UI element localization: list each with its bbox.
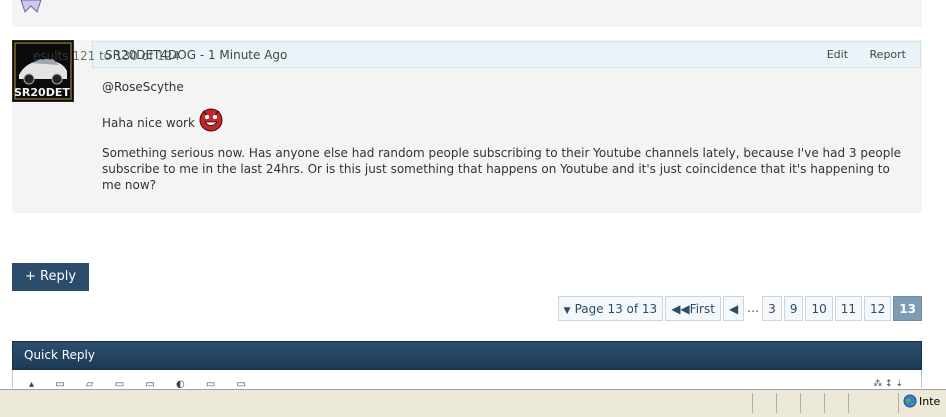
current-page: 13 [893, 296, 922, 321]
security-zone-label: Inte [919, 395, 941, 408]
avatar-name-text: SR20DET [14, 86, 70, 99]
caret-down-icon: ▼ [563, 306, 571, 316]
edit-link[interactable]: Edit [827, 48, 848, 61]
post-line: Haha nice work [102, 116, 195, 130]
page-link-10[interactable]: 10 [805, 296, 833, 321]
editor-toolbar-icons[interactable]: ▴ ▭ ▱ ▭ ▭ ◐ ▭ ▭ [29, 379, 255, 388]
page-summary-dropdown[interactable]: ▼ Page 13 of 13 [557, 296, 664, 321]
previous-page-button[interactable]: ◀ [722, 296, 745, 321]
quick-reply-title: Quick Reply [24, 348, 95, 362]
previous-post-avatar [20, 0, 42, 13]
left-arrow-icon: ◀ [728, 302, 739, 316]
post-author-name[interactable]: SR20DET4DOG [105, 48, 196, 62]
status-divider [752, 393, 753, 413]
editor-toolbar-icons-right[interactable]: ⁂ ↕ ⇣ [873, 379, 903, 388]
status-divider [824, 393, 825, 413]
report-link[interactable]: Report [870, 48, 906, 61]
post-paragraph: Something serious now. Has anyone else h… [102, 146, 902, 192]
status-divider [776, 393, 777, 413]
status-divider [848, 393, 849, 413]
page-summary-text: Page 13 of 13 [574, 302, 658, 316]
first-page-label: First [689, 302, 715, 316]
grinning-smiley-icon [199, 108, 223, 132]
browser-status-bar: Inte [0, 389, 946, 417]
globe-icon [903, 394, 917, 408]
post-mention[interactable]: @RoseScythe [102, 79, 902, 95]
editor-toolbar: ▴ ▭ ▱ ▭ ▭ ◐ ▭ ▭ ⁂ ↕ ⇣ [12, 370, 922, 388]
page-link-9[interactable]: 9 [783, 296, 804, 321]
page-link-3[interactable]: 3 [762, 296, 782, 321]
post-header: esults 121 to 130 of 124 SR20DET4DOG - 1… [33, 41, 921, 68]
status-divider [800, 393, 801, 413]
quick-reply-header[interactable]: Quick Reply [12, 341, 922, 370]
post-actions: Edit Report [809, 48, 906, 61]
status-divider [898, 393, 899, 413]
post-body: @RoseScythe Haha nice work Something ser… [102, 79, 902, 193]
previous-post [12, 0, 922, 27]
first-page-button[interactable]: ◀◀First [665, 296, 721, 321]
double-left-arrow-icon: ◀◀ [671, 302, 690, 316]
security-zone[interactable]: Inte [903, 394, 940, 408]
post-time: - 1 Minute Ago [196, 48, 288, 62]
reply-button[interactable]: + Reply [12, 263, 89, 291]
post-author-line: SR20DET4DOG - 1 Minute Ago [105, 48, 287, 62]
pagination-ellipsis: … [747, 301, 760, 315]
page-link-11[interactable]: 11 [834, 296, 863, 321]
forum-post: SR20DET esults 121 to 130 of 124 SR20DET… [12, 40, 922, 213]
pagination: ▼ Page 13 of 13 ◀◀First ◀ … 3 9 10 11 12 … [557, 296, 922, 321]
page-link-12[interactable]: 12 [864, 296, 892, 321]
